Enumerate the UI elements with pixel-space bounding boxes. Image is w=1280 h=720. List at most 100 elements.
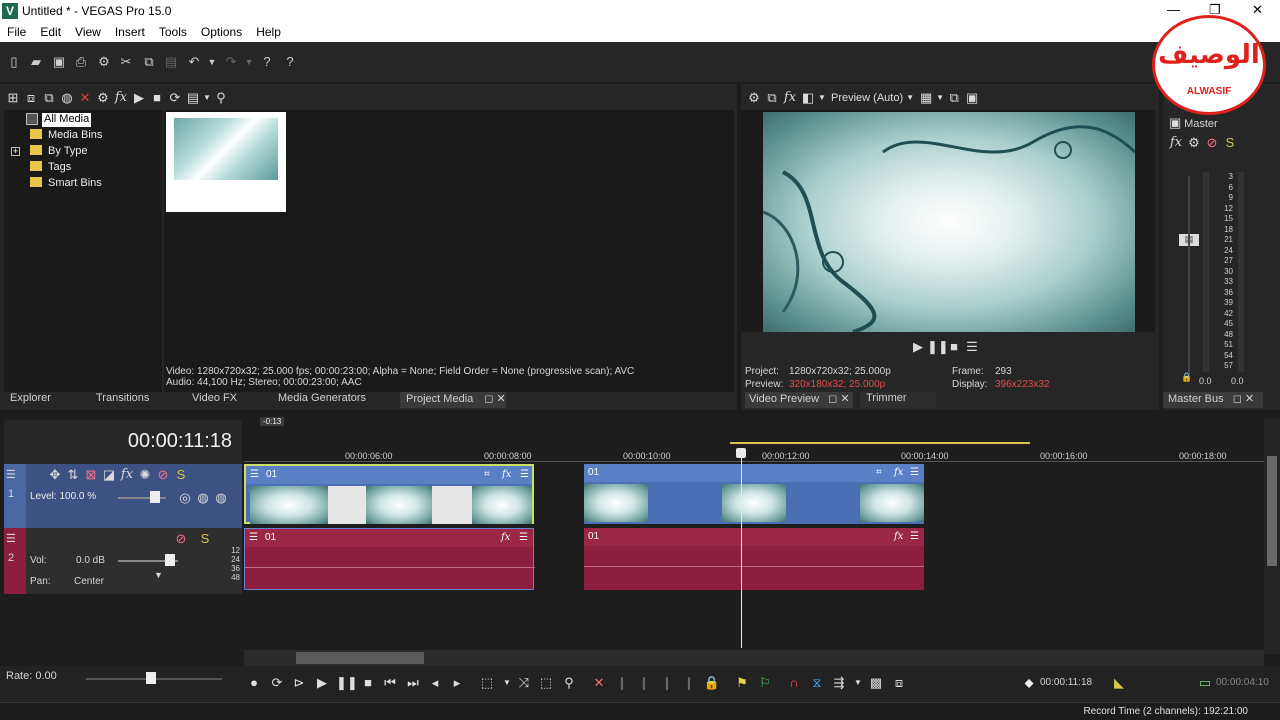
views-icon[interactable]: ▤: [184, 89, 202, 107]
preview-menu-icon[interactable]: ☰: [963, 338, 981, 356]
lock-icon[interactable]: 🔒: [1181, 372, 1192, 383]
clip-menu-icon[interactable]: ☰: [520, 469, 529, 480]
timeline-ruler[interactable]: [244, 446, 1264, 462]
preview-stop-icon[interactable]: ■: [945, 338, 963, 356]
loop-region-bar[interactable]: [730, 442, 1030, 444]
undock-icon[interactable]: ◻: [1233, 393, 1242, 405]
timeline-horizontal-scrollbar[interactable]: [244, 650, 1264, 666]
go-to-start-icon[interactable]: ⏮: [381, 674, 399, 692]
views-dropdown-icon[interactable]: ▼: [202, 89, 212, 107]
redo-dropdown-icon[interactable]: ▼: [241, 54, 257, 70]
tab-trimmer[interactable]: Trimmer: [860, 392, 936, 408]
clip-menu-icon[interactable]: ☰: [910, 531, 919, 542]
new-file-icon[interactable]: ▯: [6, 54, 22, 70]
audio-clip-1[interactable]: ☰ 01 fx ☰: [244, 528, 535, 590]
quality-dropdown-icon[interactable]: ▼: [903, 89, 917, 107]
menu-help[interactable]: Help: [249, 22, 288, 39]
master-solo-icon[interactable]: S: [1221, 134, 1239, 152]
master-mute-icon[interactable]: ⊘: [1203, 134, 1221, 152]
close-tab-icon[interactable]: ✕: [840, 393, 849, 405]
preview-pause-icon[interactable]: ❚❚: [927, 338, 949, 356]
cut-icon[interactable]: ✂: [118, 54, 134, 70]
close-button[interactable]: ✕: [1252, 2, 1263, 18]
composite-add-icon[interactable]: ◎: [176, 489, 194, 507]
edit-tool-dropdown-icon[interactable]: ▼: [498, 674, 516, 692]
clip-fx-icon[interactable]: fx: [894, 531, 903, 542]
vertical-scroll-thumb[interactable]: [1267, 456, 1277, 566]
menu-insert[interactable]: Insert: [108, 22, 152, 39]
redo-icon[interactable]: ↷: [223, 54, 239, 70]
track-fx-icon[interactable]: fx: [118, 466, 136, 484]
tab-video-preview[interactable]: Video Preview ◻ ✕: [745, 392, 853, 408]
go-to-end-icon[interactable]: ⏭: [404, 674, 422, 692]
clip-fx-icon[interactable]: fx: [501, 532, 510, 543]
selection-tool-icon[interactable]: ⬚: [537, 674, 555, 692]
master-fx-icon[interactable]: fx: [1167, 134, 1185, 152]
insert-marker-icon[interactable]: ⚑: [733, 674, 751, 692]
menu-view[interactable]: View: [68, 22, 108, 39]
trim-end-icon[interactable]: ❙: [658, 674, 676, 692]
compositing-icon[interactable]: ⇅: [64, 466, 82, 484]
tree-item-tags[interactable]: Tags: [30, 161, 71, 175]
snapping-icon[interactable]: ∩: [785, 674, 803, 692]
clip-menu-icon[interactable]: ☰: [910, 467, 919, 478]
lock-icon[interactable]: 🔒: [703, 674, 721, 692]
tab-transitions[interactable]: Transitions: [96, 392, 149, 408]
track-menu-icon[interactable]: ☰: [6, 532, 16, 545]
pan-crop-icon[interactable]: ⌗: [876, 467, 882, 478]
menu-edit[interactable]: Edit: [33, 22, 68, 39]
lock-envelopes-icon[interactable]: ▩: [867, 674, 885, 692]
previous-frame-icon[interactable]: ◂: [426, 674, 444, 692]
track-motion-icon[interactable]: ✥: [46, 466, 64, 484]
track-menu-icon[interactable]: ☰: [250, 469, 259, 480]
web-icon[interactable]: ◍: [58, 89, 76, 107]
tree-item-smart-bins[interactable]: Smart Bins: [30, 177, 102, 191]
envelope-tool-icon[interactable]: ⤨: [515, 674, 533, 692]
preview-quality-select[interactable]: Preview (Auto): [831, 92, 903, 104]
tab-video-fx[interactable]: Video FX: [192, 392, 237, 408]
paste-icon[interactable]: ▤: [163, 54, 179, 70]
pan-crop-icon[interactable]: ⌗: [484, 469, 490, 480]
undo-dropdown-icon[interactable]: ▼: [204, 54, 220, 70]
trim-icon[interactable]: ❙: [613, 674, 631, 692]
tab-media-generators[interactable]: Media Generators: [278, 392, 366, 408]
media-thumbnail-card[interactable]: [166, 112, 286, 212]
undo-icon[interactable]: ↶: [186, 54, 202, 70]
video-track-header[interactable]: ☰ 1 ✥ ⇅ ⊠ ◪ fx ✺ ⊘ S Level: 100.0 % ◎ ◍ …: [4, 464, 242, 528]
tree-item-by-type[interactable]: By Type: [30, 145, 88, 159]
split-screen-icon[interactable]: ◧: [799, 89, 817, 107]
tree-item-all-media[interactable]: All Media: [42, 113, 92, 127]
play-from-start-icon[interactable]: ⊳: [290, 674, 308, 692]
automation-icon[interactable]: ✺: [136, 466, 154, 484]
preview-settings-icon[interactable]: ⚙: [745, 89, 763, 107]
ripple-dropdown-icon[interactable]: ▼: [849, 674, 867, 692]
external-monitor-icon[interactable]: ⧉: [763, 89, 781, 107]
audio-mute-icon[interactable]: ⊘: [172, 530, 190, 548]
expand-icon[interactable]: +: [11, 147, 20, 156]
horizontal-scroll-thumb[interactable]: [296, 652, 424, 664]
auto-crossfade-icon[interactable]: ⧖: [808, 674, 826, 692]
playhead-handle[interactable]: [736, 448, 746, 458]
clip-fx-icon[interactable]: fx: [894, 467, 903, 478]
tree-item-media-bins[interactable]: Media Bins: [30, 129, 102, 143]
bypass-icon[interactable]: ⊠: [82, 466, 100, 484]
track-menu-icon[interactable]: ☰: [6, 468, 16, 481]
tab-explorer[interactable]: Explorer: [10, 392, 51, 408]
pause-icon[interactable]: ❚❚: [336, 674, 358, 692]
record-icon[interactable]: ●: [245, 674, 263, 692]
zoom-tool-icon[interactable]: ⚲: [560, 674, 578, 692]
next-frame-icon[interactable]: ▸: [448, 674, 466, 692]
menu-options[interactable]: Options: [194, 22, 249, 39]
menu-file[interactable]: File: [0, 22, 33, 39]
remove-icon[interactable]: ✕: [76, 89, 94, 107]
get-media-icon[interactable]: ⧉: [40, 89, 58, 107]
media-properties-icon[interactable]: ⚙: [94, 89, 112, 107]
properties-gear-icon[interactable]: ⚙: [96, 54, 112, 70]
capture-icon[interactable]: ⧈: [22, 89, 40, 107]
audio-clip-2[interactable]: 01 fx ☰: [584, 528, 924, 590]
overlays-icon[interactable]: ▦: [917, 89, 935, 107]
composite-child-icon[interactable]: ◍: [212, 489, 230, 507]
preview-fx-icon[interactable]: fx: [781, 89, 799, 107]
ignore-grouping-icon[interactable]: ⧈: [890, 674, 908, 692]
mute-icon[interactable]: ⊘: [154, 466, 172, 484]
